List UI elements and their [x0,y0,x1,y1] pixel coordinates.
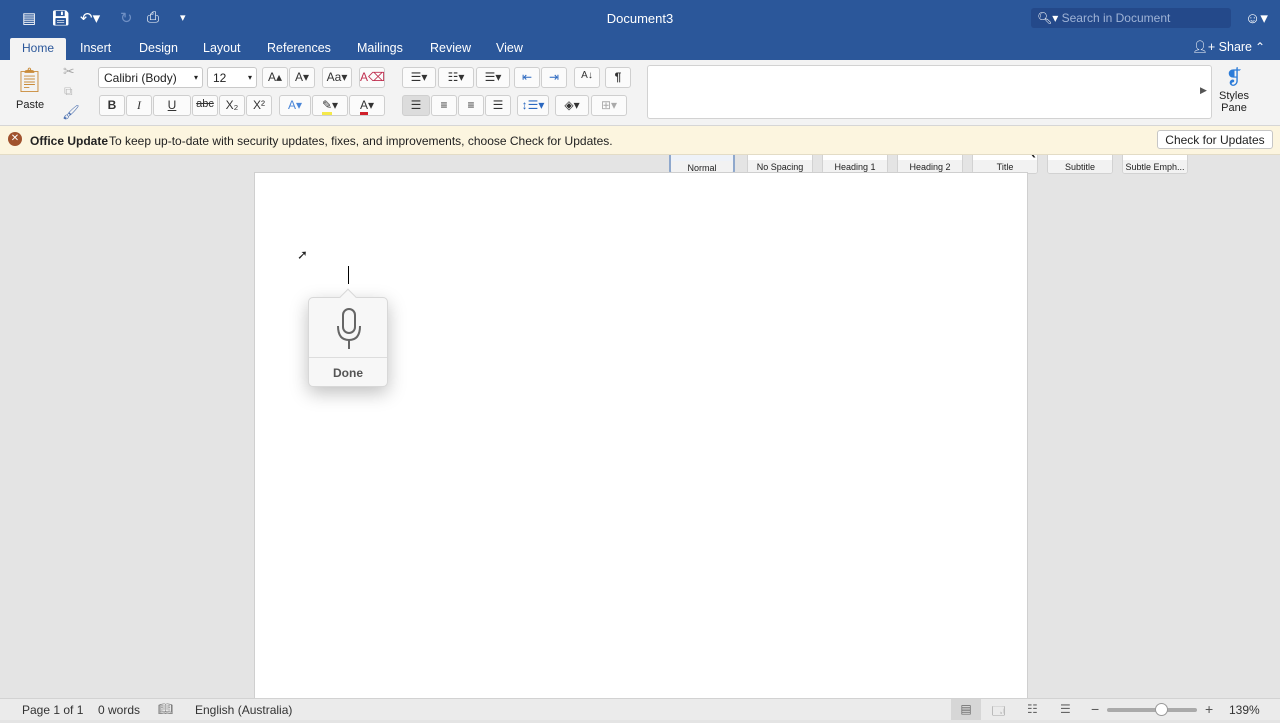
text-caret [348,266,349,284]
subscript-button[interactable]: X₂ [219,95,245,116]
font-size-select[interactable]: 12 ▾ [207,67,257,88]
draft-view-icon[interactable]: ☰ [1060,702,1071,716]
outline-view-icon[interactable]: ☷ [1027,702,1038,716]
check-for-updates-button[interactable]: Check for Updates [1157,130,1273,149]
underline-button[interactable]: U [153,95,191,116]
align-center-button[interactable]: ≡ [431,95,457,116]
decrease-indent-button[interactable]: ⇤ [514,67,540,88]
share-button[interactable]: 👤︎+ Share [1192,40,1252,55]
font-color-icon: A [359,98,368,115]
justify-button[interactable]: ☰ [485,95,511,116]
status-bar: Page 1 of 1 0 words 📖︎ English (Australi… [0,698,1280,720]
show-formatting-button[interactable]: ¶ [605,67,631,88]
document-page[interactable]: ➚ [254,172,1028,702]
increase-indent-button[interactable]: ⇥ [541,67,567,88]
styles-pane-button[interactable]: ❡ Styles Pane [1218,65,1250,114]
office-update-bar: ✕ Office Update To keep up-to-date with … [0,126,1280,155]
styles-gallery [647,65,1212,119]
highlight-button[interactable]: ✎▾ [312,95,348,116]
change-case-button[interactable]: Aa▾ [322,67,352,88]
shrink-font-button[interactable]: A▾ [289,67,315,88]
clear-formatting-button[interactable]: A⌫ [359,67,385,88]
search-input[interactable]: 🔍︎▾ Search in Document [1031,8,1231,28]
highlighter-icon: ✎ [321,98,333,115]
styles-pane-icon: ❡ [1225,67,1243,89]
zoom-slider[interactable] [1107,708,1197,712]
ribbon: 📋︎ Paste ✂ ⧉ 🖌︎ Calibri (Body) ▾ 12 ▾ A▴ A… [0,60,1280,174]
feedback-smiley-icon[interactable]: ☺▾ [1245,9,1268,27]
collapse-ribbon-icon[interactable]: ⌃ [1255,40,1265,54]
font-color-button[interactable]: A▾ [349,95,385,116]
bold-button[interactable]: B [99,95,125,116]
tab-review[interactable]: Review [430,41,471,55]
copy-icon: ⧉ [64,84,73,98]
tab-layout[interactable]: Layout [203,41,241,55]
zoom-out-icon[interactable]: − [1091,701,1099,717]
tab-insert[interactable]: Insert [80,41,111,55]
gallery-more-icon[interactable]: ▶ [1200,85,1207,96]
multilevel-list-button[interactable]: ☰▾ [476,67,510,88]
text-effects-button[interactable]: A▾ [279,95,311,116]
sort-button[interactable]: A↓ [574,67,600,88]
borders-button[interactable]: ⊞▾ [591,95,627,116]
update-title: Office Update [30,134,109,148]
tab-view[interactable]: View [496,41,523,55]
microphone-icon [337,308,361,349]
tab-references[interactable]: References [267,41,331,55]
dictation-popover: Done [308,288,388,387]
paste-button[interactable]: Paste [16,99,44,111]
search-icon: 🔍︎▾ [1037,11,1059,25]
print-layout-icon[interactable]: ▤ [951,699,981,720]
title-bar: ▤ 💾︎ ↶▾ ↻ ⎙ ▾ Document3 🔍︎▾ Search in Do… [0,0,1280,60]
font-name-select[interactable]: Calibri (Body) ▾ [98,67,203,88]
cut-icon: ✂ [63,63,75,79]
line-spacing-button[interactable]: ↕☰▾ [517,95,549,116]
chevron-down-icon: ▾ [247,73,252,82]
language[interactable]: English (Australia) [195,703,292,717]
format-painter-icon[interactable]: 🖌︎ [62,104,80,121]
zoom-slider-handle[interactable] [1155,703,1169,716]
divider [309,357,387,358]
strikethrough-button[interactable]: abc [192,95,218,116]
zoom-level[interactable]: 139% [1229,703,1260,717]
align-right-button[interactable]: ≡ [458,95,484,116]
add-person-icon: 👤︎+ [1192,40,1216,54]
tab-home[interactable]: Home [10,38,66,60]
proofing-icon[interactable]: 📖︎ [158,702,173,716]
align-left-button[interactable]: ☰ [402,95,430,116]
shading-button[interactable]: ◈▾ [555,95,589,116]
done-button[interactable]: Done [309,366,387,380]
bullets-button[interactable]: ☰▾ [402,67,436,88]
italic-button[interactable]: I [126,95,152,116]
clipboard-icon[interactable]: 📋︎ [14,66,44,95]
update-message: To keep up-to-date with security updates… [109,134,613,148]
numbering-button[interactable]: ☷▾ [438,67,474,88]
page-count[interactable]: Page 1 of 1 [22,703,83,717]
close-notification-icon[interactable]: ✕ [8,132,22,146]
mouse-cursor-icon: ➚ [297,247,308,262]
tab-mailings[interactable]: Mailings [357,41,403,55]
word-count[interactable]: 0 words [98,703,140,717]
zoom-in-icon[interactable]: + [1205,701,1213,717]
chevron-down-icon: ▾ [193,73,198,82]
superscript-button[interactable]: X² [246,95,272,116]
grow-font-button[interactable]: A▴ [262,67,288,88]
tab-design[interactable]: Design [139,41,178,55]
